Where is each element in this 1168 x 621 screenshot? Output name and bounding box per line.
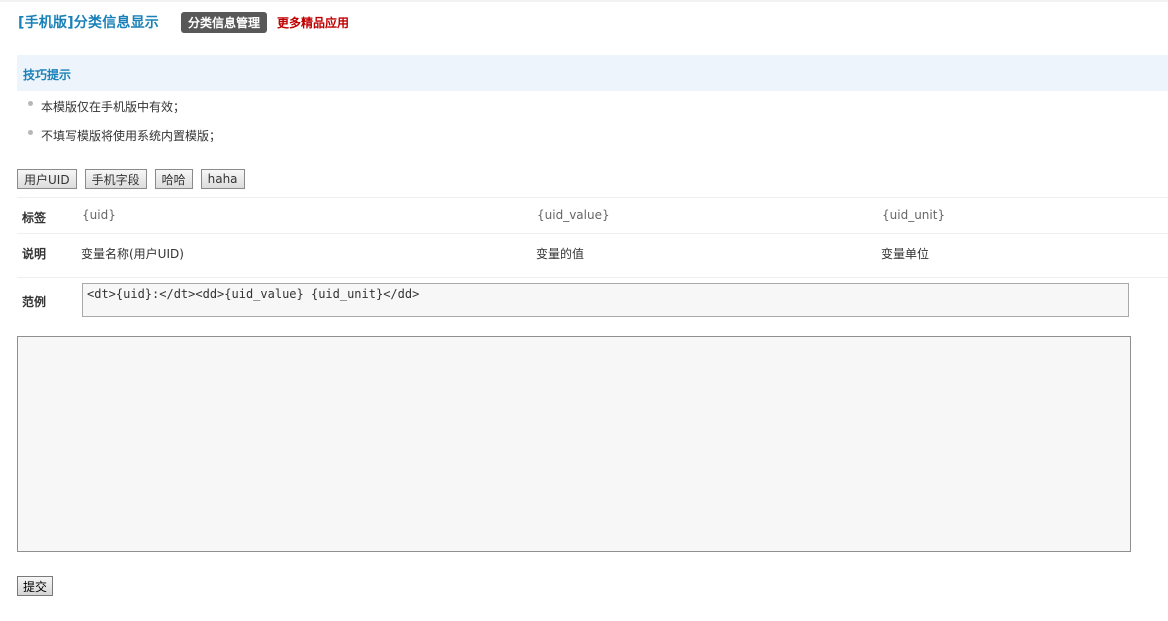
tips-header: 技巧提示 [17,55,1168,91]
header: [手机版]分类信息显示 分类信息管理 更多精品应用 [18,11,349,33]
bullet-icon [28,130,33,135]
var-button-phone-field[interactable]: 手机字段 [84,169,147,189]
var-button-haha[interactable]: haha [200,169,245,189]
tips-title: 技巧提示 [23,68,72,82]
template-editor[interactable] [17,336,1131,552]
tag-cell: {uid_value} [537,208,610,222]
var-button-uid[interactable]: 用户UID [17,169,77,189]
top-divider [0,0,1168,2]
page-title: [手机版]分类信息显示 [18,15,159,31]
tag-cell: {uid_unit} [882,208,946,222]
tag-row: 标签 {uid} {uid_value} {uid_unit} [17,197,1168,234]
var-button-haha-cn[interactable]: 哈哈 [154,169,193,189]
variable-buttons: 用户UID 手机字段 哈哈 haha [17,169,253,189]
bullet-icon [28,101,33,106]
tip-item: 不填写模版将使用系统内置模版； [41,129,222,143]
example-code: <dt>{uid}:</dt><dd>{uid_value} {uid_unit… [82,283,1129,317]
tag-row-label: 标签 [22,211,47,225]
example-row-label: 范例 [22,295,47,309]
desc-row: 说明 变量名称(用户UID) 变量的值 变量单位 [17,233,1168,278]
manage-tab[interactable]: 分类信息管理 [181,11,268,33]
desc-cell: 变量单位 [881,247,930,261]
submit-button[interactable]: 提交 [17,576,53,596]
tag-cell: {uid} [82,208,116,222]
tip-item: 本模版仅在手机版中有效； [41,100,186,114]
desc-cell: 变量的值 [536,247,585,261]
desc-cell: 变量名称(用户UID) [81,247,184,261]
more-apps-link[interactable]: 更多精品应用 [277,14,349,31]
desc-row-label: 说明 [22,247,47,261]
